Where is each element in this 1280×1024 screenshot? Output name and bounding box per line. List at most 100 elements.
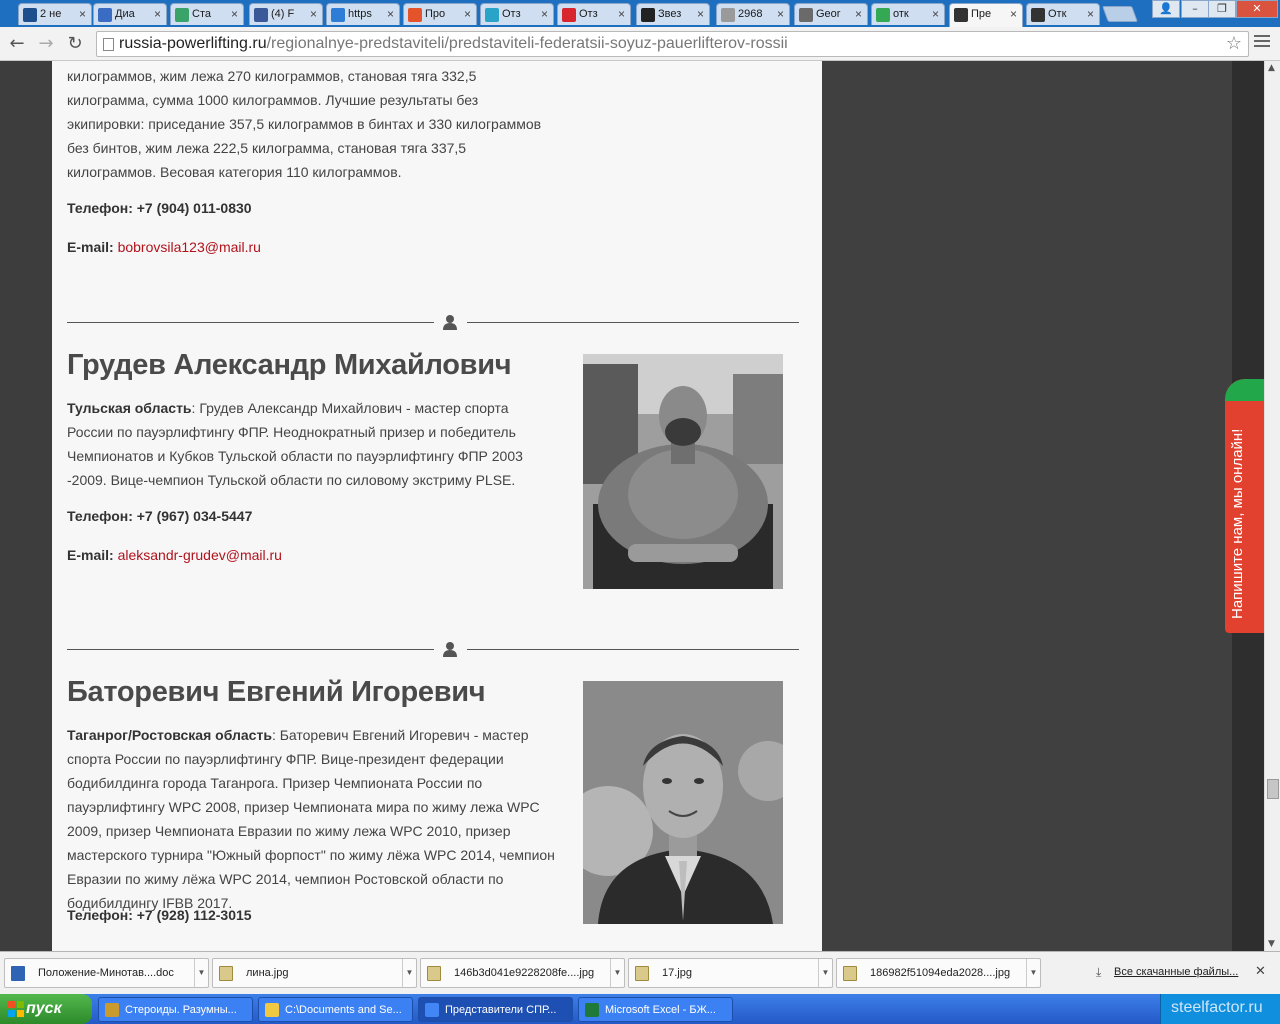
scroll-down-icon[interactable]: ▼: [1268, 939, 1275, 949]
close-tab-icon[interactable]: ×: [932, 7, 939, 21]
browser-tab[interactable]: Про ×: [403, 3, 477, 25]
person-region: Таганрог/Ростовская область: [67, 727, 272, 743]
tab-title: Диа: [115, 8, 135, 20]
browser-tab[interactable]: Звез ×: [636, 3, 710, 25]
tab-title: Ста: [192, 8, 211, 20]
all-downloads-link[interactable]: ⤓ Все скачанные файлы...: [1096, 965, 1238, 979]
email-label: E-mail:: [67, 547, 114, 563]
person-email-link[interactable]: aleksandr-grudev@mail.ru: [118, 547, 282, 563]
close-tab-icon[interactable]: ×: [618, 7, 625, 21]
file-jpg-icon: [427, 966, 441, 981]
taskbar-item[interactable]: Представители СПР...: [418, 997, 573, 1022]
taskbar-item-label: Представители СПР...: [445, 1004, 557, 1016]
taskbar-item-label: C:\Documents and Se...: [285, 1004, 402, 1016]
taskbar-item[interactable]: Microsoft Excel - БЖ...: [578, 997, 733, 1022]
person-phone: Телефон: +7 (967) 034-5447: [67, 508, 253, 524]
download-item[interactable]: лина.jpg ▼: [212, 958, 417, 988]
forward-icon[interactable]: →: [35, 33, 57, 55]
taskbar-item-label: Стероиды. Разумны...: [125, 1004, 237, 1016]
new-tab-button[interactable]: [1102, 6, 1138, 22]
download-filename: 146b3d041e9228208fe....jpg: [454, 967, 594, 979]
previous-person-email-link[interactable]: bobrovsila123@mail.ru: [118, 239, 261, 255]
tab-favicon-icon: [331, 8, 345, 22]
close-tab-icon[interactable]: ×: [777, 7, 784, 21]
restore-button[interactable]: ❐: [1208, 0, 1236, 18]
download-filename: Положение-Минотав....doc: [38, 967, 174, 979]
close-tab-icon[interactable]: ×: [154, 7, 161, 21]
url-text[interactable]: russia-powerlifting.ru/regionalnye-preds…: [119, 35, 788, 53]
download-menu-chevron-icon[interactable]: ▼: [1026, 959, 1040, 987]
person-photo: [583, 354, 783, 589]
system-tray: steelfactor.ru: [1160, 994, 1280, 1024]
download-shelf: Положение-Минотав....doc ▼ лина.jpg ▼ 146b3d…: [0, 951, 1280, 994]
file-doc-icon: [11, 966, 25, 981]
download-menu-chevron-icon[interactable]: ▼: [818, 959, 832, 987]
close-window-button[interactable]: ✕: [1236, 0, 1278, 18]
back-icon[interactable]: ←: [6, 33, 28, 55]
user-icon[interactable]: 👤: [1152, 0, 1180, 18]
person-divider: [67, 641, 799, 657]
browser-tab[interactable]: Geor ×: [794, 3, 868, 25]
close-tab-icon[interactable]: ×: [1010, 7, 1017, 21]
browser-tab[interactable]: отк ×: [871, 3, 945, 25]
screen: 2 не × Диа × Ста × (4) F × https × Про × Отз × Отз × Зве…: [0, 0, 1280, 1024]
person-name: Баторевич Евгений Игоревич: [67, 676, 486, 708]
browser-tab[interactable]: Отз ×: [557, 3, 631, 25]
previous-person-bio: килограммов, жим лежа 270 килограммов, с…: [67, 68, 542, 180]
close-tab-icon[interactable]: ×: [697, 7, 704, 21]
chat-widget-button[interactable]: Напишите нам, мы онлайн!: [1225, 379, 1264, 633]
close-tab-icon[interactable]: ×: [310, 7, 317, 21]
close-tab-icon[interactable]: ×: [855, 7, 862, 21]
page-margin-left: [0, 61, 52, 951]
taskbar-item[interactable]: Стероиды. Разумны...: [98, 997, 253, 1022]
close-tab-icon[interactable]: ×: [541, 7, 548, 21]
taskbar-app-icon: [105, 1003, 119, 1017]
close-tab-icon[interactable]: ×: [464, 7, 471, 21]
start-button[interactable]: пуск: [0, 994, 92, 1024]
main-content: килограммов, жим лежа 270 килограммов, с…: [52, 61, 822, 951]
download-filename: 186982f51094eda2028....jpg: [870, 967, 1010, 979]
browser-toolbar: ← → ↻ russia-powerlifting.ru/regionalnye…: [0, 27, 1280, 61]
close-tab-icon[interactable]: ×: [1087, 7, 1094, 21]
bookmark-star-icon[interactable]: ☆: [1226, 33, 1242, 54]
browser-tab[interactable]: https ×: [326, 3, 400, 25]
download-item[interactable]: 17.jpg ▼: [628, 958, 833, 988]
browser-tab[interactable]: Диа ×: [93, 3, 167, 25]
browser-tab[interactable]: Отк ×: [1026, 3, 1100, 25]
browser-tab[interactable]: Ста ×: [170, 3, 244, 25]
download-menu-chevron-icon[interactable]: ▼: [610, 959, 624, 987]
close-tab-icon[interactable]: ×: [79, 7, 86, 21]
tab-favicon-icon: [175, 8, 189, 22]
person-divider: [67, 314, 799, 330]
close-tab-icon[interactable]: ×: [231, 7, 238, 21]
download-item[interactable]: Положение-Минотав....doc ▼: [4, 958, 209, 988]
close-shelf-icon[interactable]: ✕: [1255, 964, 1266, 979]
download-item[interactable]: 186982f51094eda2028....jpg ▼: [836, 958, 1041, 988]
tab-title: Пре: [971, 8, 992, 20]
tab-title: Отк: [1048, 8, 1067, 20]
menu-icon[interactable]: [1254, 35, 1270, 51]
taskbar-item[interactable]: C:\Documents and Se...: [258, 997, 413, 1022]
browser-tab[interactable]: 2968 ×: [716, 3, 790, 25]
browser-tab[interactable]: 2 не ×: [18, 3, 92, 25]
tab-favicon-icon: [954, 8, 968, 22]
browser-tab[interactable]: Отз ×: [480, 3, 554, 25]
minimize-button[interactable]: –: [1181, 0, 1209, 18]
download-item[interactable]: 146b3d041e9228208fe....jpg ▼: [420, 958, 625, 988]
scroll-up-icon[interactable]: ▲: [1268, 63, 1275, 73]
tab-favicon-icon: [23, 8, 37, 22]
scrollbar-thumb[interactable]: [1267, 779, 1279, 799]
windows-taskbar: пуск Стероиды. Разумны... C:\Documents an…: [0, 994, 1280, 1024]
download-menu-chevron-icon[interactable]: ▼: [402, 959, 416, 987]
reload-icon[interactable]: ↻: [64, 33, 86, 55]
page-scrollbar[interactable]: ▲ ▼: [1264, 61, 1280, 951]
browser-tab[interactable]: Пре ×: [949, 3, 1023, 27]
address-bar[interactable]: russia-powerlifting.ru/regionalnye-preds…: [96, 31, 1249, 57]
tab-favicon-icon: [799, 8, 813, 22]
tab-title: 2 не: [40, 8, 62, 20]
download-menu-chevron-icon[interactable]: ▼: [194, 959, 208, 987]
tab-favicon-icon: [562, 8, 576, 22]
browser-tab[interactable]: (4) F ×: [249, 3, 323, 25]
close-tab-icon[interactable]: ×: [387, 7, 394, 21]
tab-favicon-icon: [254, 8, 268, 22]
